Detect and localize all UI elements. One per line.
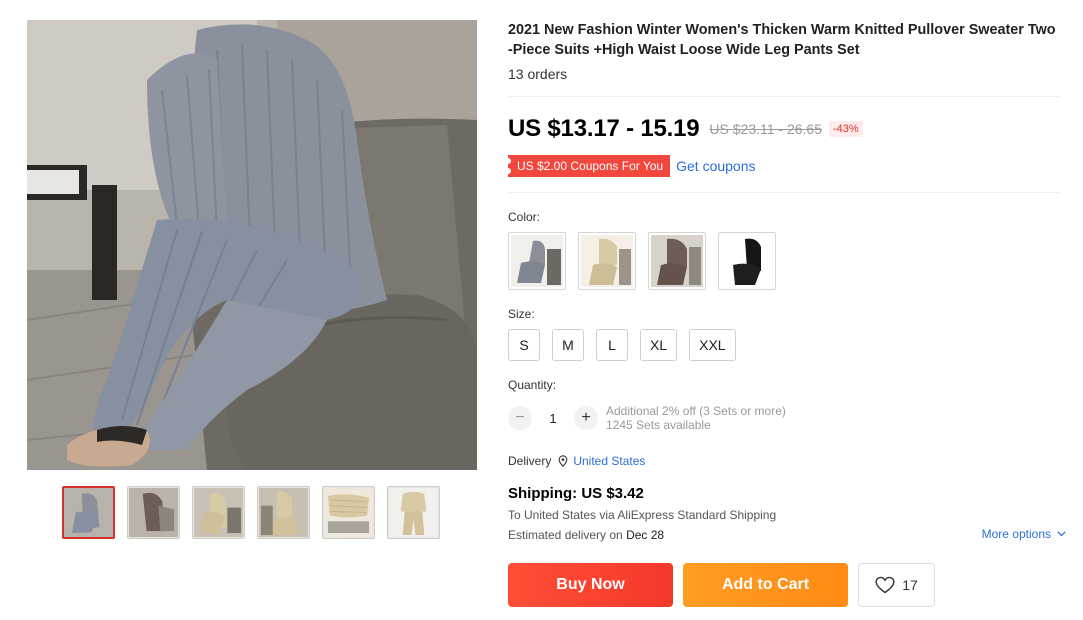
- wishlist-button[interactable]: 17: [858, 563, 935, 607]
- quantity-increase-button[interactable]: +: [574, 406, 598, 430]
- order-count: 13 orders: [508, 66, 568, 82]
- size-options: S M L XL XXL: [508, 329, 736, 361]
- coupon-badge[interactable]: US $2.00 Coupons For You: [504, 155, 671, 177]
- delivery-label: Delivery: [508, 454, 552, 468]
- estimated-delivery-prefix: Estimated delivery on: [508, 528, 623, 542]
- delivery-row: Delivery United States: [508, 454, 645, 468]
- get-coupons-link[interactable]: Get coupons: [676, 158, 755, 174]
- thumbnail-strip: [62, 486, 440, 539]
- thumbnail-6[interactable]: [387, 486, 440, 539]
- color-option-black[interactable]: [718, 232, 776, 290]
- original-price: US $23.11 - 26.65: [709, 121, 823, 137]
- discount-badge: -43%: [829, 121, 863, 137]
- shipping-cost: Shipping: US $3.42: [508, 485, 644, 502]
- quantity-note: Additional 2% off (3 Sets or more) 1245 …: [606, 404, 786, 432]
- location-pin-icon: [558, 455, 568, 467]
- estimated-delivery: Estimated delivery on Dec 28: [508, 528, 664, 542]
- size-option-l[interactable]: L: [596, 329, 628, 361]
- heart-icon: [875, 576, 895, 594]
- divider: [508, 192, 1060, 193]
- wishlist-count: 17: [902, 577, 918, 593]
- divider: [508, 96, 1060, 97]
- shipping-route: To United States via AliExpress Standard…: [508, 508, 777, 522]
- stock-available: 1245 Sets available: [606, 418, 711, 432]
- bulk-discount-note: Additional 2% off (3 Sets or more): [606, 404, 786, 418]
- size-option-m[interactable]: M: [552, 329, 584, 361]
- color-options: [508, 232, 776, 290]
- thumbnail-2[interactable]: [127, 486, 180, 539]
- quantity-label: Quantity:: [508, 378, 557, 392]
- size-option-xl[interactable]: XL: [640, 329, 678, 361]
- chevron-down-icon: [1057, 531, 1066, 537]
- product-title: 2021 New Fashion Winter Women's Thicken …: [508, 22, 1056, 58]
- delivery-country-link[interactable]: United States: [573, 454, 645, 468]
- color-option-coffee[interactable]: [648, 232, 706, 290]
- color-label: Color:: [508, 210, 541, 224]
- color-option-beige[interactable]: [578, 232, 636, 290]
- add-to-cart-button[interactable]: Add to Cart: [683, 563, 848, 607]
- color-option-grey[interactable]: [508, 232, 566, 290]
- thumbnail-1[interactable]: [62, 486, 115, 539]
- size-option-xxl[interactable]: XXL: [689, 329, 736, 361]
- size-option-s[interactable]: S: [508, 329, 540, 361]
- thumbnail-4[interactable]: [257, 486, 310, 539]
- quantity-value[interactable]: 1: [532, 411, 574, 426]
- buy-now-button[interactable]: Buy Now: [508, 563, 673, 607]
- current-price: US $13.17 - 15.19: [508, 115, 700, 142]
- thumbnail-5[interactable]: [322, 486, 375, 539]
- estimated-delivery-date: Dec 28: [626, 528, 665, 542]
- main-product-image[interactable]: [27, 20, 477, 470]
- thumbnail-3[interactable]: [192, 486, 245, 539]
- action-buttons: Buy Now Add to Cart 17: [508, 563, 935, 607]
- coupon-row: US $2.00 Coupons For You Get coupons: [504, 155, 756, 177]
- more-shipping-options-link[interactable]: More options: [982, 527, 1066, 541]
- size-label: Size:: [508, 307, 535, 321]
- quantity-decrease-button[interactable]: −: [508, 406, 532, 430]
- more-options-label: More options: [981, 527, 1051, 541]
- quantity-stepper: − 1 + Additional 2% off (3 Sets or more)…: [508, 404, 786, 432]
- price-row: US $13.17 - 15.19 US $23.11 - 26.65 -43%: [508, 115, 863, 143]
